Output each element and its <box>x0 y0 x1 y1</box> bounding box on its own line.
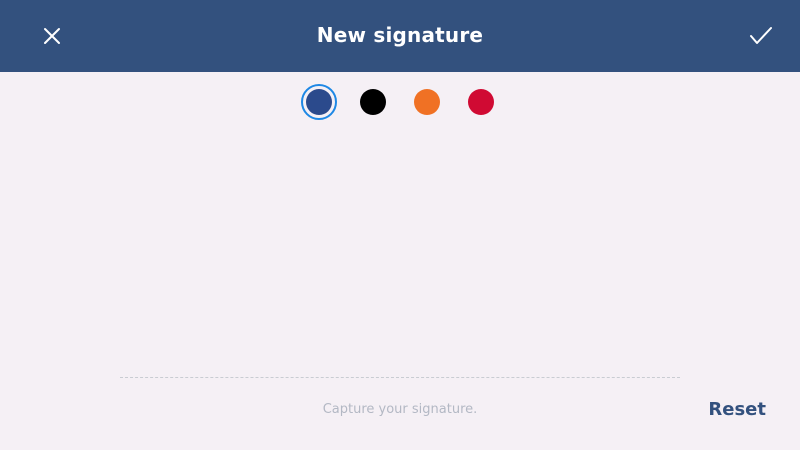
color-swatch-orange[interactable] <box>409 84 445 120</box>
color-dot <box>414 89 440 115</box>
page-title: New signature <box>316 23 484 47</box>
color-palette <box>0 84 800 120</box>
color-dot <box>468 89 494 115</box>
header-bar: New signature <box>0 0 800 72</box>
reset-button[interactable]: Reset <box>708 399 766 420</box>
color-dot <box>306 89 332 115</box>
signature-baseline <box>120 377 680 378</box>
signature-hint: Capture your signature. <box>322 402 478 417</box>
color-swatch-blue[interactable] <box>301 84 337 120</box>
signature-canvas[interactable] <box>0 130 800 370</box>
checkmark-icon <box>750 27 772 44</box>
confirm-button[interactable] <box>744 20 778 52</box>
color-swatch-red[interactable] <box>463 84 499 120</box>
color-swatch-black[interactable] <box>355 84 391 120</box>
color-dot <box>360 89 386 115</box>
